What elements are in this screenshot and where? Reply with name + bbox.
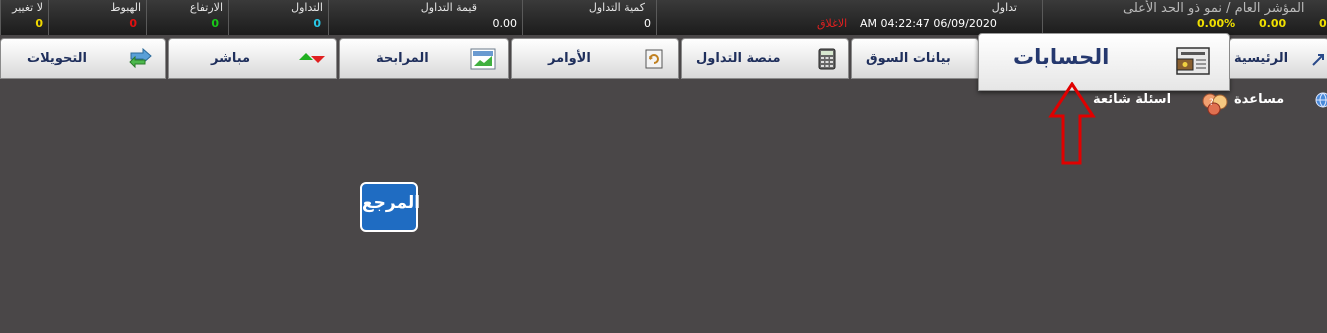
down-label: الهبوط <box>110 1 141 14</box>
tab-trading[interactable]: منصة التداول <box>681 38 849 79</box>
tab-accounts[interactable]: الحسابات <box>978 33 1230 91</box>
svg-text:?: ? <box>1209 98 1214 108</box>
no-change-cell: لا تغيير 0 <box>0 0 49 35</box>
order-refresh-icon <box>643 48 665 69</box>
index-change: 0.00 <box>1259 17 1287 30</box>
volume-cell: كمية التداول 0 <box>522 0 657 35</box>
market-ticker-bar: لا تغيير 0 الهبوط 0 الارتفاع 0 التداول 0… <box>0 0 1327 35</box>
no-change-value: 0 <box>35 17 43 30</box>
turnover-value: 0.00 <box>492 17 518 30</box>
status-label: تداول <box>991 1 1017 14</box>
up-label: الارتفاع <box>189 1 223 14</box>
help-link[interactable]: مساعدة <box>1234 92 1284 107</box>
up-cell: الارتفاع 0 <box>146 0 229 35</box>
tab-accounts-label: الحسابات <box>1013 45 1110 69</box>
tab-transfers[interactable]: التحويلات <box>0 38 166 79</box>
tab-transfers-label: التحويلات <box>27 51 87 66</box>
watermark-logo-text: المرجع <box>362 193 421 213</box>
status-cell: تداول AM 04:22:47 06/09/2020 الاغلاق <box>656 0 1043 35</box>
up-value: 0 <box>211 17 219 30</box>
tab-orders[interactable]: الأوامر <box>511 38 679 79</box>
wallet-icon <box>1173 46 1213 78</box>
chart-image-icon <box>470 48 496 70</box>
turnover-label: قيمة التداول <box>420 1 477 14</box>
transfer-arrows-icon <box>129 47 152 69</box>
tab-trading-label: منصة التداول <box>696 51 781 66</box>
tab-orders-label: الأوامر <box>548 51 591 66</box>
annotation-arrow <box>1047 81 1097 166</box>
no-change-label: لا تغيير <box>12 1 43 14</box>
tab-home-label: الرئيسية <box>1234 51 1289 66</box>
tab-live[interactable]: مباشر <box>168 38 337 79</box>
calculator-icon <box>816 48 838 70</box>
turnover-cell: قيمة التداول 0.00 <box>328 0 523 35</box>
index-cell: المؤشر العام / نمو ذو الحد الأعلى 0.00% … <box>1042 0 1327 35</box>
tab-home[interactable]: الرئيسية <box>1229 38 1327 79</box>
up-down-arrows-icon <box>297 48 325 68</box>
down-value: 0 <box>129 17 137 30</box>
volume-value: 0 <box>644 17 651 30</box>
faq-link[interactable]: اسئلة شائعة <box>1093 92 1171 107</box>
tab-murabaha[interactable]: المرابحة <box>339 38 509 79</box>
help-globe-icon <box>1315 92 1327 108</box>
index-value: 0 <box>1319 17 1327 30</box>
datetime: AM 04:22:47 06/09/2020 <box>860 17 997 30</box>
tab-market-data[interactable]: بيانات السوق <box>851 38 979 79</box>
tab-market-data-label: بيانات السوق <box>866 51 951 66</box>
tab-murabaha-label: المرابحة <box>376 51 429 66</box>
watermark-logo: المرجع <box>360 182 421 232</box>
home-arrow-icon <box>1310 49 1327 69</box>
index-label: المؤشر العام / نمو ذو الحد الأعلى <box>1123 1 1305 16</box>
trades-label: التداول <box>291 1 323 14</box>
market-status: الاغلاق <box>817 17 848 30</box>
trades-cell: التداول 0 <box>228 0 329 35</box>
main-tab-bar: التحويلات مباشر المرابحة الأوامر منصة ال… <box>0 33 1327 91</box>
tab-live-label: مباشر <box>211 51 251 66</box>
index-percent: 0.00% <box>1197 17 1236 30</box>
trades-value: 0 <box>313 17 321 30</box>
faq-icon: ? <box>1201 92 1229 116</box>
down-cell: الهبوط 0 <box>48 0 147 35</box>
volume-label: كمية التداول <box>588 1 645 14</box>
